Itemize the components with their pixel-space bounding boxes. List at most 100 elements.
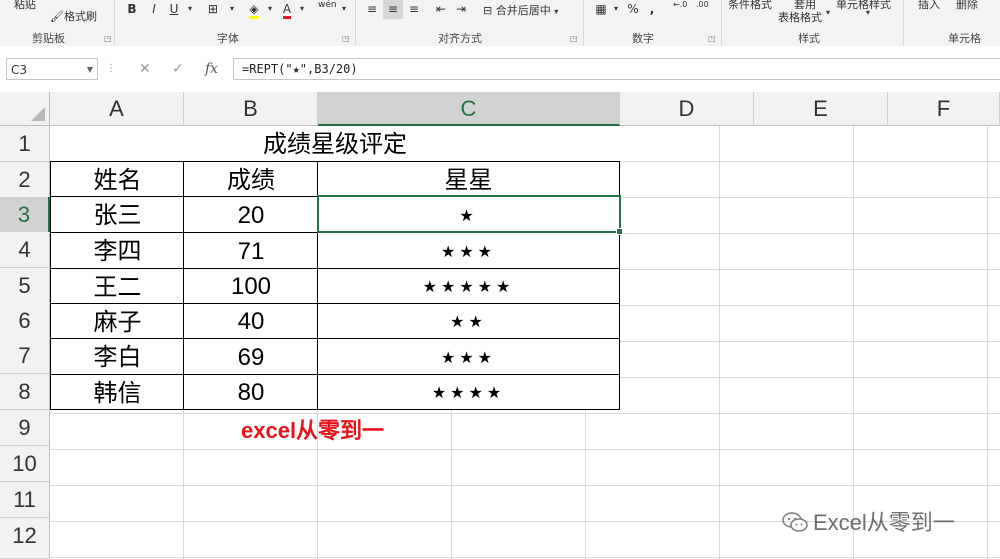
chevron-down-icon[interactable]: ▾ (296, 0, 308, 19)
increase-decimal-icon[interactable]: ←.0 (673, 0, 687, 9)
score-cell[interactable]: 40 (183, 303, 319, 339)
name-cell[interactable]: 张三 (50, 196, 185, 233)
pinyin-button[interactable]: wén (318, 0, 337, 10)
fill-handle[interactable] (616, 228, 623, 235)
select-all-corner[interactable] (0, 92, 50, 126)
group-separator (355, 0, 356, 46)
merge-center-button[interactable]: ⊟ 合并后居中 ▾ (483, 2, 558, 18)
row-header-2[interactable]: 2 (0, 162, 50, 198)
header-stars-cell[interactable]: 星星 (317, 161, 620, 197)
column-header-a[interactable]: A (50, 92, 184, 126)
cells-group-label: 单元格 (948, 32, 981, 45)
conditional-format-button[interactable]: 条件格式 (728, 0, 772, 12)
score-cell[interactable]: 100 (183, 268, 319, 304)
ribbon: 粘贴 🖌格式刷 剪贴板 ◳ B I U ▾ ⊞ ▾ ◈ ▾ A ▾ wén ▾ … (0, 0, 1000, 47)
fill-color-icon[interactable]: ◈ (244, 0, 264, 19)
confirm-icon[interactable]: ✓ (172, 58, 184, 80)
name-cell[interactable]: 麻子 (50, 303, 185, 339)
chevron-down-icon[interactable]: ▾ (184, 0, 196, 19)
column-header-d[interactable]: D (620, 92, 754, 126)
stars-cell[interactable]: ★★★ (317, 232, 620, 269)
accounting-format-icon[interactable]: ▦ (592, 0, 610, 19)
name-box[interactable]: C3 ▼ (6, 58, 98, 80)
bold-button[interactable]: B (124, 0, 140, 19)
name-cell[interactable]: 李白 (50, 338, 185, 375)
increase-indent-icon[interactable]: ⇥ (452, 0, 470, 19)
row-header-10[interactable]: 10 (0, 446, 50, 482)
chevron-down-icon[interactable]: ▾ (610, 0, 622, 19)
column-header-c[interactable]: C (318, 92, 620, 126)
chevron-down-icon[interactable]: ▾ (338, 0, 350, 19)
row-header-5[interactable]: 5 (0, 268, 50, 304)
row-header-3[interactable]: 3 (0, 197, 50, 233)
stars-cell[interactable]: ★★ (317, 303, 620, 339)
header-score-cell[interactable]: 成绩 (183, 161, 319, 197)
header-name-cell[interactable]: 姓名 (50, 161, 185, 197)
title-cell[interactable]: 成绩星级评定 (50, 126, 620, 162)
active-cell-selection[interactable] (317, 195, 623, 235)
group-separator (903, 0, 904, 46)
name-cell[interactable]: 韩信 (50, 374, 185, 410)
number-launcher-icon[interactable]: ◳ (708, 34, 716, 43)
stars-cell[interactable]: ★★★ (317, 338, 620, 375)
underline-button[interactable]: U (166, 0, 182, 19)
percent-button[interactable]: % (624, 0, 642, 19)
stars-cell[interactable]: ★★★★★ (317, 268, 620, 304)
cell-style-button[interactable]: 单元格样式 (836, 0, 891, 12)
alignment-group-label: 对齐方式 (438, 32, 482, 45)
score-cell[interactable]: 71 (183, 232, 319, 269)
font-group-label: 字体 (217, 32, 239, 45)
row-header-6[interactable]: 6 (0, 303, 50, 339)
row-header-8[interactable]: 8 (0, 374, 50, 410)
merge-center-label: 合并后居中 (495, 4, 551, 17)
chevron-down-icon[interactable]: ▼ (87, 59, 93, 81)
column-header-f[interactable]: F (888, 92, 1000, 126)
row-header-11[interactable]: 11 (0, 482, 50, 518)
align-right-icon[interactable]: ≡ (405, 0, 423, 19)
chevron-down-icon[interactable]: ▾ (264, 0, 276, 19)
insert-function-icon[interactable]: fx (205, 58, 218, 80)
row-header-1[interactable]: 1 (0, 126, 50, 162)
font-launcher-icon[interactable]: ◳ (342, 34, 350, 43)
score-cell[interactable]: 69 (183, 338, 319, 375)
row-header-12[interactable]: 12 (0, 518, 50, 559)
alignment-launcher-icon[interactable]: ◳ (570, 34, 578, 43)
watermark: Excel从零到一 (781, 505, 955, 537)
comma-button[interactable]: , (646, 0, 658, 19)
score-cell[interactable]: 20 (183, 196, 319, 233)
watermark-text: Excel从零到一 (813, 510, 955, 535)
merge-icon: ⊟ (483, 4, 496, 17)
column-header-e[interactable]: E (754, 92, 888, 126)
table-format-button-line2[interactable]: 表格格式 (778, 9, 822, 25)
decrease-decimal-icon[interactable]: .00 (696, 0, 709, 9)
cancel-icon[interactable]: ✕ (139, 58, 151, 80)
italic-button[interactable]: I (146, 0, 162, 19)
chevron-down-icon[interactable]: ▾ (826, 8, 830, 17)
score-cell[interactable]: 80 (183, 374, 319, 410)
border-icon[interactable]: ⊞ (204, 0, 222, 19)
delete-button[interactable]: 删除 (956, 0, 978, 12)
align-left-icon[interactable]: ≡ (363, 0, 381, 19)
name-cell[interactable]: 李四 (50, 232, 185, 269)
paste-button[interactable]: 粘贴 (14, 0, 36, 12)
column-header-b[interactable]: B (184, 92, 318, 126)
more-options-icon: ⋮ (106, 63, 116, 74)
row-header-7[interactable]: 7 (0, 338, 50, 374)
chevron-down-icon: ▾ (554, 7, 559, 16)
name-cell[interactable]: 王二 (50, 268, 185, 304)
note-text[interactable]: excel从零到一 (241, 413, 384, 445)
align-center-icon[interactable]: ≡ (383, 0, 403, 19)
stars-cell[interactable]: ★★★★ (317, 374, 620, 410)
font-color-icon[interactable]: A (278, 0, 296, 19)
chevron-down-icon[interactable]: ▾ (866, 8, 870, 17)
insert-button[interactable]: 插入 (918, 0, 940, 12)
decrease-indent-icon[interactable]: ⇤ (432, 0, 450, 19)
number-group-label: 数字 (632, 32, 654, 45)
chevron-down-icon[interactable]: ▾ (226, 0, 238, 19)
formula-input[interactable]: =REPT("★",B3/20) (233, 58, 1000, 80)
clipboard-group-label: 剪贴板 (32, 32, 65, 45)
row-header-4[interactable]: 4 (0, 232, 50, 268)
format-painter-button[interactable]: 🖌格式刷 (50, 8, 97, 24)
clipboard-launcher-icon[interactable]: ◳ (104, 34, 112, 43)
row-header-9[interactable]: 9 (0, 410, 50, 446)
